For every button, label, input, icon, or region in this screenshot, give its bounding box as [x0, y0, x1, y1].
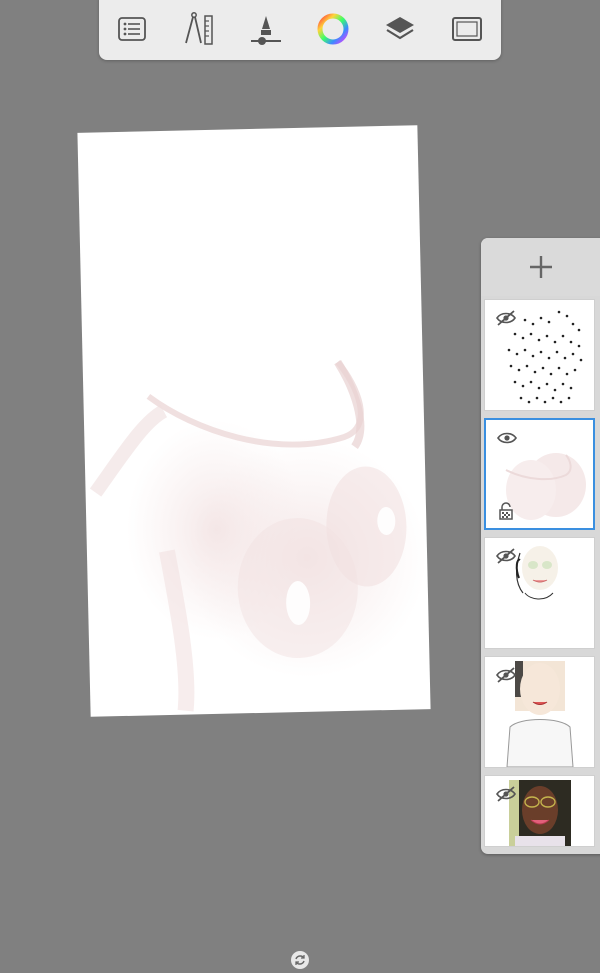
canvas-frame-icon[interactable] [445, 6, 489, 52]
rotate-icon [295, 955, 305, 965]
canvas-reset-handle[interactable] [291, 951, 309, 969]
list-icon[interactable] [110, 6, 154, 52]
eye-hidden-icon[interactable] [495, 786, 517, 802]
layer-item[interactable] [484, 537, 595, 649]
top-toolbar [99, 0, 501, 60]
add-layer-button[interactable] [481, 238, 600, 296]
eye-hidden-icon[interactable] [495, 548, 517, 564]
layers-icon[interactable] [378, 6, 422, 52]
color-wheel-icon[interactable] [311, 6, 355, 52]
lock-icon[interactable] [498, 502, 516, 520]
layer-item[interactable] [484, 775, 595, 847]
eye-icon[interactable] [496, 430, 518, 446]
plus-icon [529, 256, 552, 278]
brush-size-icon[interactable] [244, 6, 288, 52]
layer-item[interactable] [484, 299, 595, 411]
layer-item[interactable] [484, 656, 595, 768]
canvas-artwork [89, 359, 428, 712]
layer-item-selected[interactable] [484, 418, 595, 530]
drawing-canvas[interactable] [77, 125, 431, 717]
ruler-compass-icon[interactable] [177, 6, 221, 52]
eye-hidden-icon[interactable] [495, 667, 517, 683]
eye-hidden-icon[interactable] [495, 310, 517, 326]
layers-panel [481, 238, 600, 854]
